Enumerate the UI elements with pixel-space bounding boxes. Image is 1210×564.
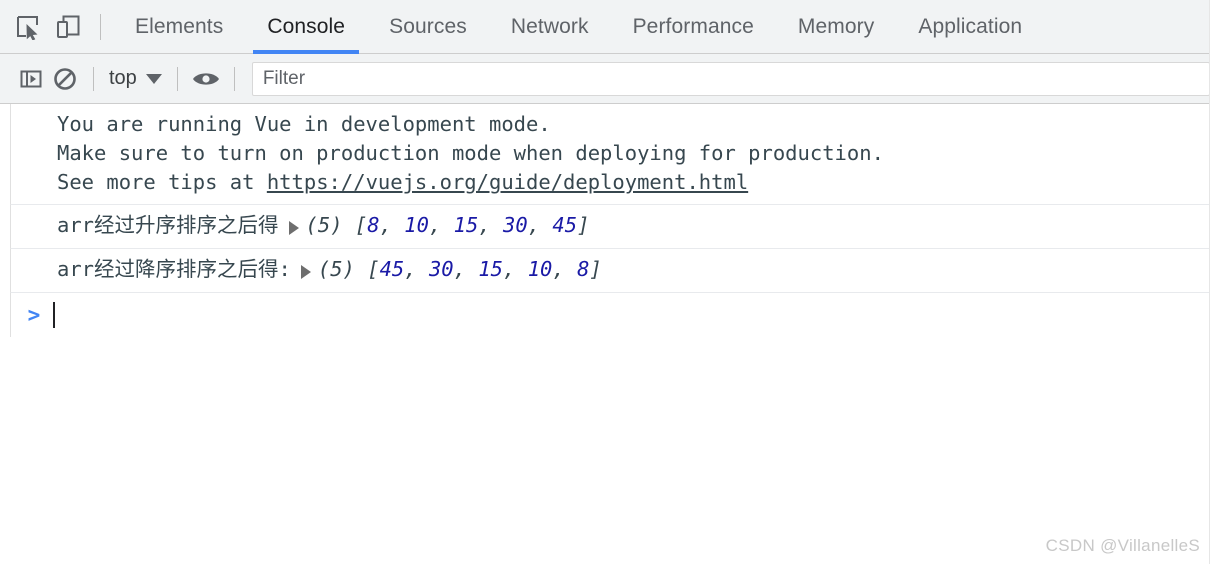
console-message-vue-info[interactable]: You are running Vue in development mode.… <box>10 104 1210 205</box>
tab-label: Performance <box>632 14 754 38</box>
tab-network[interactable]: Network <box>489 0 611 54</box>
message-line-with-link: See more tips at https://vuejs.org/guide… <box>11 168 1210 197</box>
array-value: 10 <box>527 257 553 281</box>
clear-console-icon[interactable] <box>48 62 82 96</box>
watermark: CSDN @VillanelleS <box>1045 536 1200 555</box>
array-values: [45, 30, 15, 10, 8] <box>354 257 602 281</box>
prompt-arrow-icon: > <box>27 302 41 327</box>
tab-label: Console <box>267 14 346 38</box>
tab-label: Memory <box>797 14 875 38</box>
tab-application[interactable]: Application <box>896 0 1044 54</box>
array-value: 15 <box>453 213 479 237</box>
disclosure-triangle-icon[interactable] <box>288 221 299 235</box>
devtools-tabs: Elements Console Sources Network Perform… <box>113 0 1044 54</box>
tab-label: Application <box>918 14 1023 38</box>
array-value: 45 <box>552 213 578 237</box>
console-prompt-row[interactable]: > <box>10 293 1210 337</box>
console-message-ascending-sort[interactable]: arr经过升序排序之后得 (5) [8, 10, 15, 30, 45] <box>10 205 1210 249</box>
console-message-list: You are running Vue in development mode.… <box>0 104 1210 564</box>
log-label: arr经过降序排序之后得: <box>57 257 291 281</box>
array-values: [8, 10, 15, 30, 45] <box>342 213 590 237</box>
inspect-cursor-icon[interactable] <box>8 7 48 47</box>
console-message-descending-sort[interactable]: arr经过降序排序之后得: (5) [45, 30, 15, 10, 8] <box>10 249 1210 293</box>
message-line-text: See more tips at <box>57 170 267 194</box>
execution-context-label: top <box>109 67 137 89</box>
text-caret <box>53 302 55 328</box>
device-toolbar-icon[interactable] <box>48 7 88 47</box>
message-line: You are running Vue in development mode. <box>57 112 551 136</box>
tab-label: Network <box>510 14 589 38</box>
live-expression-eye-icon[interactable] <box>189 62 223 96</box>
toolbar-divider <box>93 66 94 91</box>
devtools-window: Elements Console Sources Network Perform… <box>0 0 1210 564</box>
array-value: 30 <box>428 257 454 281</box>
toolbar-divider <box>233 66 235 91</box>
array-preview[interactable]: (5) [8, 10, 15, 30, 45] <box>288 211 590 240</box>
chevron-down-icon <box>145 73 162 84</box>
toolbar-divider <box>176 66 178 91</box>
array-value: 10 <box>404 213 429 237</box>
tab-sources[interactable]: Sources <box>367 0 489 54</box>
tab-performance[interactable]: Performance <box>611 0 776 54</box>
tab-memory[interactable]: Memory <box>776 0 896 54</box>
deployment-guide-link[interactable]: https://vuejs.org/guide/deployment.html <box>267 170 748 194</box>
array-length-label: (5) <box>317 257 355 281</box>
tab-console[interactable]: Console <box>245 0 367 54</box>
devtools-tabbar: Elements Console Sources Network Perform… <box>0 0 1210 54</box>
console-toolbar: top <box>0 54 1210 104</box>
array-length-label: (5) <box>305 213 343 237</box>
array-value: 8 <box>577 257 590 281</box>
execution-context-selector[interactable]: top <box>105 67 166 90</box>
array-preview[interactable]: (5) [45, 30, 15, 10, 8] <box>300 255 602 284</box>
array-value: 45 <box>379 257 405 281</box>
message-line: Make sure to turn on production mode whe… <box>57 141 884 165</box>
disclosure-triangle-icon[interactable] <box>300 265 311 279</box>
array-value: 30 <box>503 213 528 237</box>
log-label: arr经过升序排序之后得 <box>57 213 279 237</box>
filter-input[interactable] <box>251 61 1210 96</box>
tab-label: Elements <box>135 14 224 38</box>
tab-elements[interactable]: Elements <box>113 0 245 54</box>
show-console-sidebar-icon[interactable] <box>14 62 48 96</box>
tabbar-divider <box>100 13 101 40</box>
array-value: 8 <box>367 213 380 237</box>
array-value: 15 <box>478 257 504 281</box>
tab-label: Sources <box>389 14 467 38</box>
